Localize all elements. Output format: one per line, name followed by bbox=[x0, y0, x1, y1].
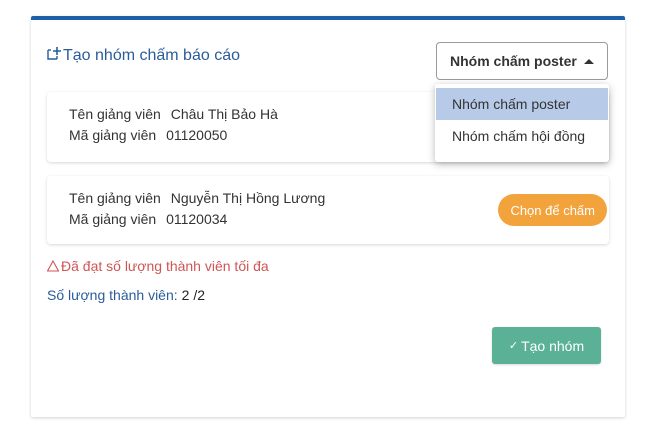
warning-icon bbox=[47, 260, 59, 272]
member-card: Tên giảng viên Nguyễn Thị Hồng Lương Mã … bbox=[47, 176, 609, 244]
member-count: Số lượng thành viên: 2 /2 bbox=[47, 287, 205, 303]
member-name-label: Tên giảng viên bbox=[69, 106, 161, 122]
check-icon: ✓ bbox=[508, 340, 519, 352]
max-members-warning: Đã đạt số lượng thành viên tối đa bbox=[47, 258, 269, 274]
page-title-text: Tạo nhóm chấm báo cáo bbox=[63, 47, 240, 64]
dropdown-option-poster[interactable]: Nhóm chấm poster bbox=[436, 88, 608, 120]
create-group-label: Tạo nhóm bbox=[521, 337, 585, 354]
member-name: Nguyễn Thị Hồng Lương bbox=[170, 190, 326, 206]
group-type-select[interactable]: Nhóm chấm poster bbox=[436, 42, 608, 80]
warning-text: Đã đạt số lượng thành viên tối đa bbox=[61, 258, 269, 274]
member-name: Châu Thị Bảo Hà bbox=[170, 106, 278, 122]
add-box-icon bbox=[47, 47, 61, 60]
group-type-dropdown: Nhóm chấm poster Nhóm chấm hội đồng bbox=[435, 84, 609, 162]
member-id-label: Mã giảng viên bbox=[69, 211, 157, 227]
member-count-value: 2 /2 bbox=[181, 287, 205, 303]
member-id-label: Mã giảng viên bbox=[69, 127, 157, 143]
member-name-label: Tên giảng viên bbox=[69, 190, 161, 206]
group-create-card: Tạo nhóm chấm báo cáo Nhóm chấm poster T… bbox=[31, 16, 625, 417]
group-type-selected: Nhóm chấm poster bbox=[450, 53, 577, 69]
page-title: Tạo nhóm chấm báo cáo bbox=[47, 47, 240, 65]
caret-up-icon bbox=[584, 59, 594, 64]
member-count-label: Số lượng thành viên: bbox=[47, 287, 178, 303]
create-group-button[interactable]: ✓ Tạo nhóm bbox=[492, 327, 601, 364]
member-id: 01120050 bbox=[166, 127, 228, 143]
choose-to-grade-button[interactable]: Chọn để chấm bbox=[498, 194, 607, 226]
dropdown-option-council[interactable]: Nhóm chấm hội đồng bbox=[436, 120, 608, 152]
member-id: 01120034 bbox=[166, 211, 228, 227]
